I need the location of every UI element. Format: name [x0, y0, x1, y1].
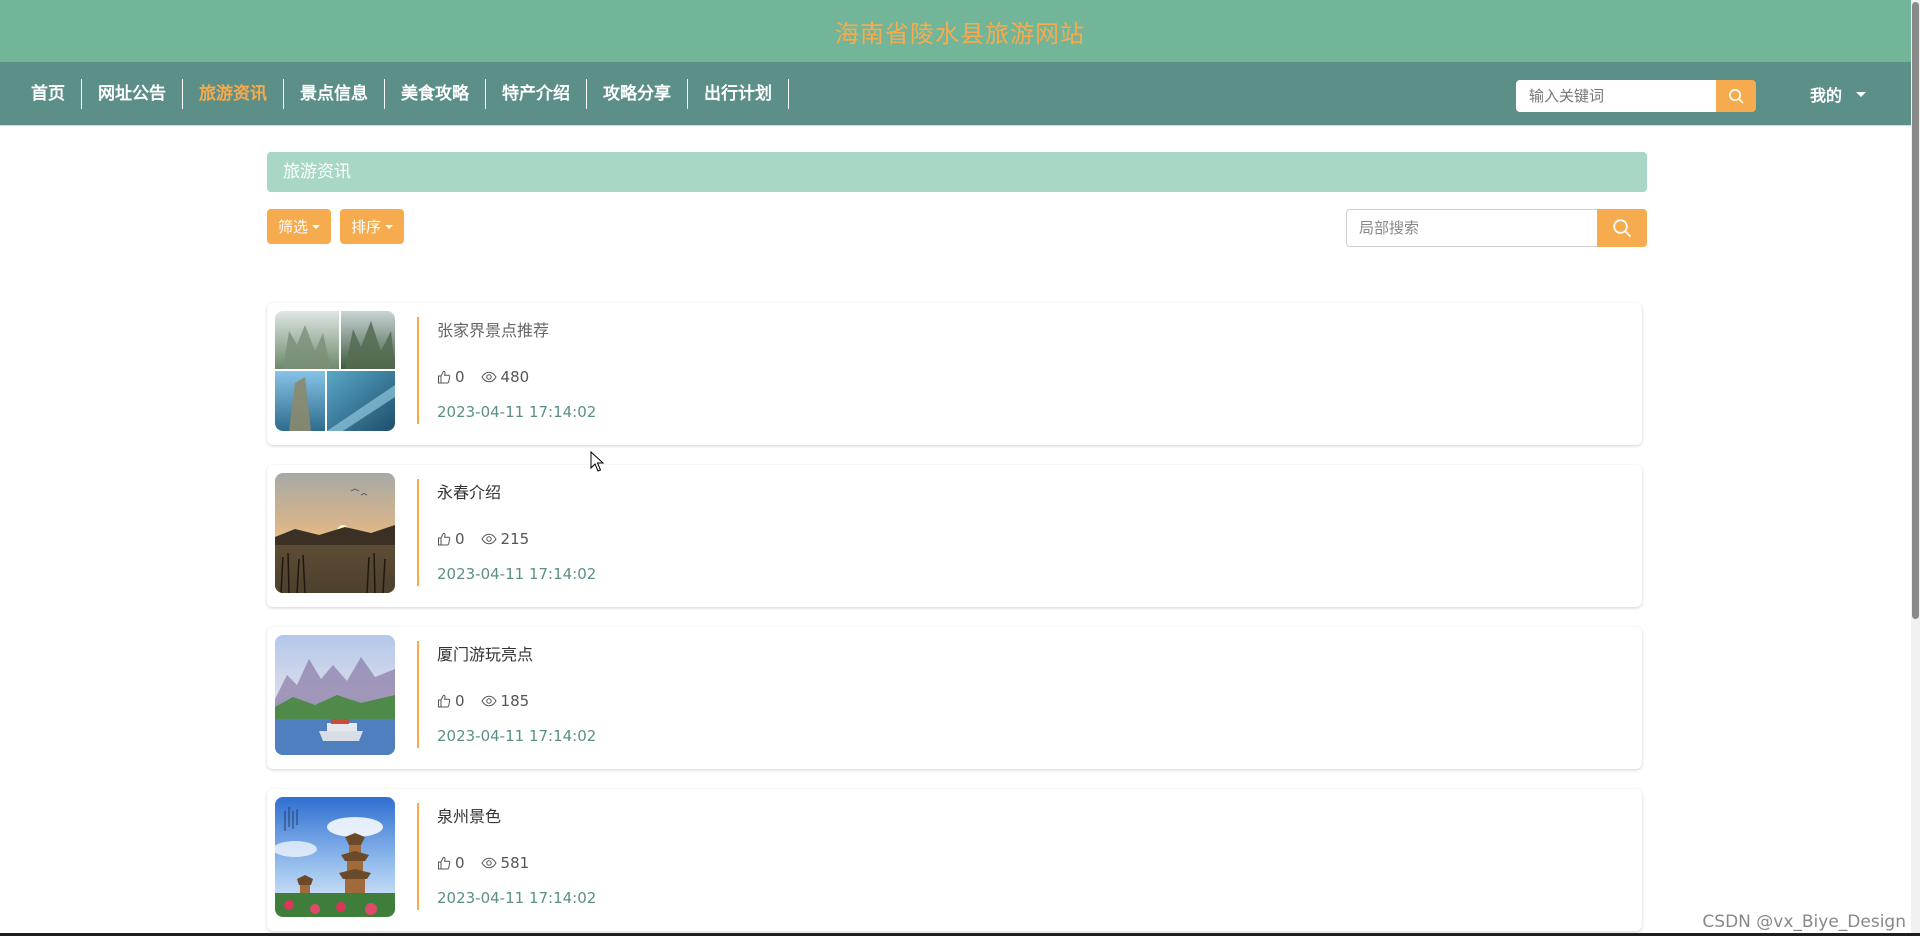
news-stats: 0 581: [437, 854, 529, 872]
nav-item-food-guide[interactable]: 美食攻略: [385, 79, 486, 109]
local-search-button[interactable]: [1597, 209, 1647, 247]
news-time: 2023-04-11 17:14:02: [437, 403, 596, 421]
like-count: 0: [455, 854, 465, 872]
item-divider: [417, 803, 419, 910]
section-title: 旅游资讯: [267, 152, 1647, 192]
caret-down-icon: [1856, 92, 1866, 97]
nav-item-specialties[interactable]: 特产介绍: [486, 79, 587, 109]
page-scrollbar[interactable]: [1911, 0, 1920, 936]
item-divider: [417, 479, 419, 586]
user-menu-label: 我的: [1810, 82, 1842, 106]
news-stats: 0 215: [437, 530, 529, 548]
nav-search: [1516, 80, 1756, 112]
news-item[interactable]: 厦门游玩亮点 0 185 2023-04-11 17:14:02: [267, 627, 1642, 769]
search-icon: [1612, 218, 1632, 238]
nav-item-attractions[interactable]: 景点信息: [284, 79, 385, 109]
local-search: [1346, 209, 1647, 247]
user-menu[interactable]: 我的: [1810, 62, 1866, 126]
caret-down-icon: [385, 225, 393, 229]
nav-menu: 首页 网址公告 旅游资讯 景点信息 美食攻略 特产介绍 攻略分享 出行计划: [15, 62, 789, 125]
main-content: 旅游资讯 筛选 排序: [267, 152, 1647, 951]
caret-down-icon: [312, 225, 320, 229]
news-item[interactable]: 张家界景点推荐 0 480 2023-04-11 17:14:02: [267, 303, 1642, 445]
nav-search-button[interactable]: [1716, 80, 1756, 112]
watermark: CSDN @vx_Biye_Design: [1702, 912, 1906, 932]
search-icon: [1728, 88, 1744, 104]
news-time: 2023-04-11 17:14:02: [437, 565, 596, 583]
nav-item-travel-news[interactable]: 旅游资讯: [183, 79, 284, 109]
thumb-up-icon: [437, 856, 451, 870]
like-count: 0: [455, 530, 465, 548]
main-navbar: 首页 网址公告 旅游资讯 景点信息 美食攻略 特产介绍 攻略分享 出行计划 我的: [0, 62, 1920, 126]
news-title[interactable]: 泉州景色: [437, 803, 501, 827]
news-thumbnail: [275, 635, 395, 755]
news-item[interactable]: 泉州景色 0 581 2023-04-11 17:14:02: [267, 789, 1642, 931]
eye-icon: [481, 371, 497, 383]
nav-item-guide-share[interactable]: 攻略分享: [587, 79, 688, 109]
like-count: 0: [455, 692, 465, 710]
scrollbar-thumb[interactable]: [1912, 2, 1919, 619]
news-stats: 0 185: [437, 692, 529, 710]
filter-dropdown[interactable]: 筛选: [267, 209, 331, 244]
thumb-up-icon: [437, 532, 451, 546]
sort-label: 排序: [351, 216, 381, 237]
news-thumbnail: [275, 473, 395, 593]
nav-item-home[interactable]: 首页: [15, 79, 82, 109]
nav-item-trip-plan[interactable]: 出行计划: [688, 79, 789, 109]
news-title[interactable]: 张家界景点推荐: [437, 317, 549, 341]
news-title[interactable]: 永春介绍: [437, 479, 501, 503]
like-count: 0: [455, 368, 465, 386]
thumb-up-icon: [437, 694, 451, 708]
local-search-input[interactable]: [1346, 209, 1597, 247]
thumb-up-icon: [437, 370, 451, 384]
eye-icon: [481, 857, 497, 869]
news-stats: 0 480: [437, 368, 529, 386]
news-list: 张家界景点推荐 0 480 2023-04-11 17:14:02: [267, 303, 1642, 931]
item-divider: [417, 641, 419, 748]
item-divider: [417, 317, 419, 424]
list-toolbar: 筛选 排序: [267, 209, 1647, 247]
mouse-pointer-icon: [590, 451, 604, 477]
view-count: 215: [501, 530, 530, 548]
news-item[interactable]: 永春介绍 0 215 2023-04-11 17:14:02: [267, 465, 1642, 607]
view-count: 185: [501, 692, 530, 710]
eye-icon: [481, 695, 497, 707]
eye-icon: [481, 533, 497, 545]
news-time: 2023-04-11 17:14:02: [437, 889, 596, 907]
nav-item-announcements[interactable]: 网址公告: [82, 79, 183, 109]
nav-search-input[interactable]: [1516, 80, 1716, 112]
news-thumbnail: [275, 311, 395, 431]
view-count: 480: [501, 368, 530, 386]
site-header: 海南省陵水县旅游网站: [0, 0, 1920, 62]
news-time: 2023-04-11 17:14:02: [437, 727, 596, 745]
filter-label: 筛选: [278, 216, 308, 237]
view-count: 581: [501, 854, 530, 872]
news-title[interactable]: 厦门游玩亮点: [437, 641, 533, 665]
site-title: 海南省陵水县旅游网站: [835, 14, 1085, 49]
sort-dropdown[interactable]: 排序: [340, 209, 404, 244]
news-thumbnail: [275, 797, 395, 917]
